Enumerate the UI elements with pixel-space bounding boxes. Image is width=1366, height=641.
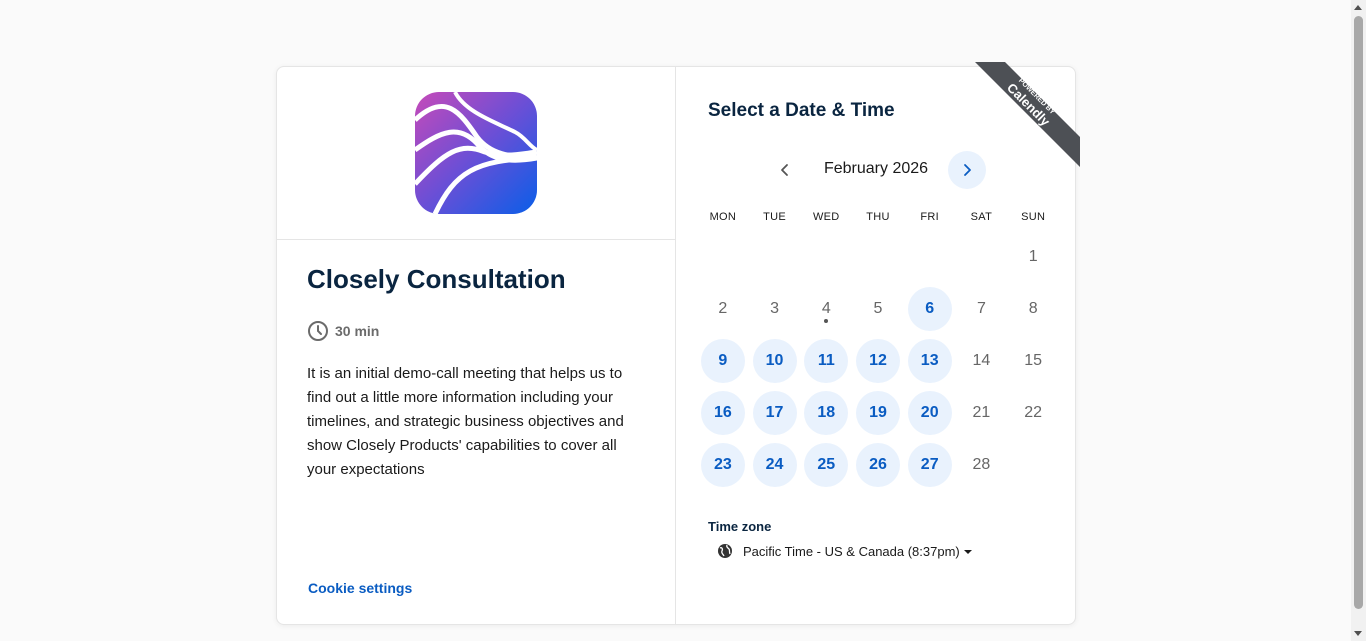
timezone-select[interactable]: Pacific Time - US & Canada (8:37pm) <box>717 543 972 559</box>
calendar-day[interactable]: 6 <box>904 283 956 335</box>
calendar-day[interactable]: 12 <box>852 335 904 387</box>
day-number: 4 <box>821 300 831 317</box>
today-indicator <box>824 319 829 323</box>
day-number: 14 <box>972 352 991 369</box>
calendar-day: 14 <box>956 335 1008 387</box>
day-number: 15 <box>1024 352 1043 369</box>
timezone-value: Pacific Time - US & Canada (8:37pm) <box>743 544 972 559</box>
closely-logo <box>415 92 537 214</box>
calendar-day[interactable]: 17 <box>749 387 801 439</box>
day-number: 22 <box>1024 404 1043 421</box>
event-title: Closely Consultation <box>307 264 566 294</box>
scroll-up-arrow[interactable] <box>1354 5 1362 10</box>
day-number: 1 <box>1028 248 1038 265</box>
weekday-label: WED <box>812 211 840 223</box>
calendar-day[interactable]: 11 <box>800 335 852 387</box>
cookie-settings-link[interactable]: Cookie settings <box>308 580 412 596</box>
scroll-down-arrow[interactable] <box>1354 631 1362 636</box>
calendar-day: 15 <box>1007 335 1059 387</box>
clock-icon <box>308 321 328 341</box>
calendar-empty-cell <box>956 231 1008 283</box>
calendar-empty-cell <box>800 231 852 283</box>
day-number[interactable]: 25 <box>804 443 849 487</box>
calendar-day: 28 <box>956 439 1008 491</box>
day-number[interactable]: 24 <box>752 443 797 487</box>
prev-month-button[interactable] <box>766 151 804 189</box>
calendar-empty-cell <box>749 231 801 283</box>
day-number: 5 <box>873 300 883 317</box>
globe-icon <box>718 544 732 558</box>
calendar-day[interactable]: 19 <box>852 387 904 439</box>
weekday-label: SAT <box>970 211 993 223</box>
weekday-label: THU <box>866 211 890 223</box>
day-number: 3 <box>770 300 780 317</box>
day-number[interactable]: 16 <box>700 391 745 435</box>
day-number[interactable]: 26 <box>855 443 900 487</box>
month-label: February 2026 <box>823 160 929 177</box>
day-number[interactable]: 19 <box>855 391 900 435</box>
calendar-day[interactable]: 25 <box>800 439 852 491</box>
day-number: 21 <box>972 404 991 421</box>
calendar-grid: 1 2 3 4 5 6 7 8 9 10 11 12 13 14 15 16 17 18 19 20 21 22 23 24 2… <box>697 231 1059 491</box>
scroll-thumb[interactable] <box>1354 16 1363 609</box>
timezone-label: Time zone <box>708 519 772 534</box>
weekday-label: MON <box>709 211 737 223</box>
calendar-day[interactable]: 16 <box>697 387 749 439</box>
day-number[interactable]: 12 <box>855 339 900 383</box>
calendar-day[interactable]: 9 <box>697 335 749 387</box>
calendar-day[interactable]: 24 <box>749 439 801 491</box>
day-number: 7 <box>976 300 986 317</box>
day-number[interactable]: 23 <box>700 443 745 487</box>
weekday-header: MON TUE WED THU FRI SAT SUN <box>697 211 1059 223</box>
chevron-right-icon <box>964 164 971 176</box>
calendar-day: 4 <box>800 283 852 335</box>
calendar-empty-cell <box>852 231 904 283</box>
day-number[interactable]: 13 <box>907 339 952 383</box>
weekday-label: SUN <box>1021 211 1046 223</box>
calendar-day: 8 <box>1007 283 1059 335</box>
event-details-panel: Closely Consultation 30 min It is an ini… <box>277 67 676 624</box>
powered-by-calendly-badge[interactable]: POWERED BY Calendly <box>975 62 1085 172</box>
event-description: It is an initial demo-call meeting that … <box>307 365 624 478</box>
calendar-day[interactable]: 27 <box>904 439 956 491</box>
calendar-day[interactable]: 23 <box>697 439 749 491</box>
day-number[interactable]: 11 <box>804 339 849 383</box>
weekday-label: TUE <box>763 211 787 223</box>
calendar-day[interactable]: 13 <box>904 335 956 387</box>
calendar-day: 1 <box>1007 231 1059 283</box>
day-number[interactable]: 6 <box>907 287 952 331</box>
logo-area <box>277 67 675 240</box>
calendar-day[interactable]: 20 <box>904 387 956 439</box>
calendar-empty-cell <box>697 231 749 283</box>
calendar-day: 5 <box>852 283 904 335</box>
calendar-day[interactable]: 10 <box>749 335 801 387</box>
caret-down-icon <box>963 550 972 555</box>
event-duration: 30 min <box>307 320 379 342</box>
duration-label: 30 min <box>335 323 380 339</box>
calendar-day[interactable]: 18 <box>800 387 852 439</box>
calendar-heading: Select a Date & Time <box>708 100 895 121</box>
day-number[interactable]: 10 <box>752 339 797 383</box>
day-number[interactable]: 18 <box>804 391 849 435</box>
calendar-day: 7 <box>956 283 1008 335</box>
day-number: 28 <box>972 456 991 473</box>
booking-card: Closely Consultation 30 min It is an ini… <box>276 66 1076 625</box>
day-number: 2 <box>718 300 728 317</box>
calendar-day[interactable]: 26 <box>852 439 904 491</box>
day-number[interactable]: 20 <box>907 391 952 435</box>
day-number[interactable]: 27 <box>907 443 952 487</box>
calendar-day: 22 <box>1007 387 1059 439</box>
day-number[interactable]: 17 <box>752 391 797 435</box>
calendar-day: 21 <box>956 387 1008 439</box>
day-number: 8 <box>1028 300 1038 317</box>
calendar-day: 3 <box>749 283 801 335</box>
day-number[interactable]: 9 <box>700 339 745 383</box>
calendar-day: 2 <box>697 283 749 335</box>
page-scrollbar[interactable] <box>1351 0 1366 641</box>
chevron-left-icon <box>781 164 788 176</box>
weekday-label: FRI <box>920 211 940 223</box>
calendar-empty-cell <box>904 231 956 283</box>
